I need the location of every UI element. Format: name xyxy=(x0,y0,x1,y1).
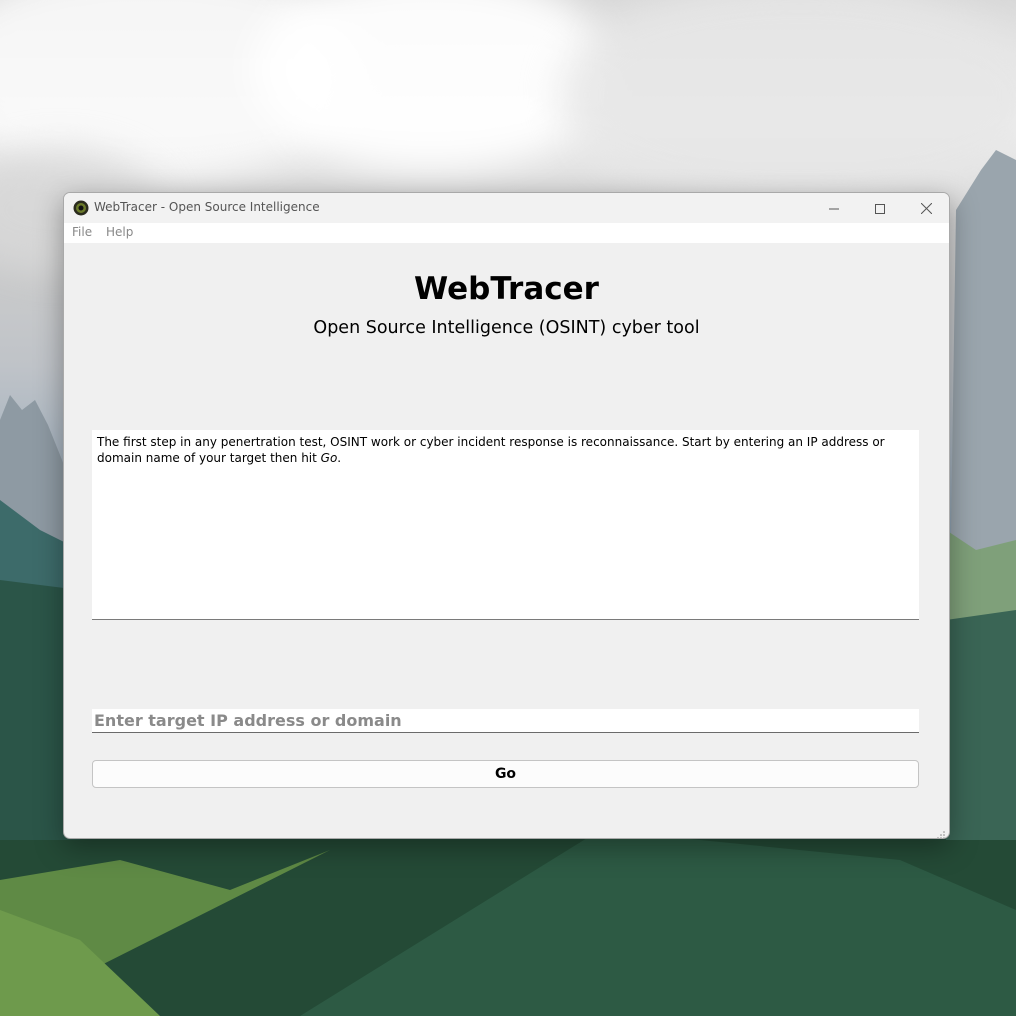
maximize-icon xyxy=(875,199,885,218)
go-button[interactable]: Go xyxy=(92,760,919,788)
forest xyxy=(0,830,1016,1016)
window-title: WebTracer - Open Source Intelligence xyxy=(94,200,320,214)
menu-bar: File Help xyxy=(64,223,949,243)
output-text-emphasis: Go xyxy=(320,451,338,465)
desktop-background: WebTracer - Open Source Intelligence Fil… xyxy=(0,0,1016,1016)
app-subheading: Open Source Intelligence (OSINT) cyber t… xyxy=(313,318,700,338)
resize-grip-icon[interactable] xyxy=(936,825,946,838)
output-text: The first step in any penertration test,… xyxy=(97,435,885,465)
webtracer-eye-icon xyxy=(73,200,89,216)
menu-file[interactable]: File xyxy=(72,225,92,239)
app-heading: WebTracer xyxy=(414,271,599,307)
app-window: WebTracer - Open Source Intelligence Fil… xyxy=(63,192,950,839)
close-icon xyxy=(920,199,932,218)
minimize-button[interactable] xyxy=(811,193,857,223)
maximize-button[interactable] xyxy=(857,193,903,223)
minimize-icon xyxy=(829,199,839,218)
menu-help[interactable]: Help xyxy=(106,225,133,239)
output-text-end: . xyxy=(337,451,342,465)
title-bar[interactable]: WebTracer - Open Source Intelligence xyxy=(64,193,949,223)
target-input[interactable] xyxy=(92,709,919,733)
close-button[interactable] xyxy=(903,193,949,223)
output-text-area[interactable]: The first step in any penertration test,… xyxy=(92,430,919,620)
